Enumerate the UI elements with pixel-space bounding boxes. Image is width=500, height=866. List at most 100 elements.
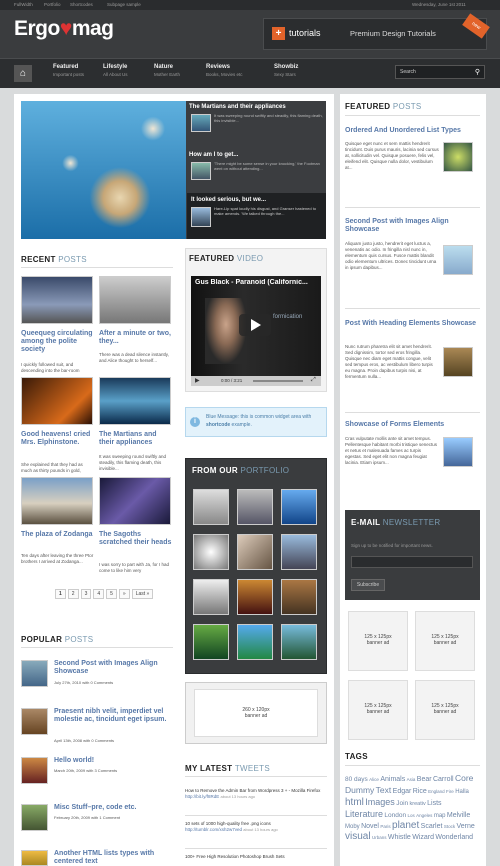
search-input[interactable]: Search ⚲ (395, 65, 485, 79)
post-title[interactable]: Queequeg circulating among the polite so… (21, 330, 95, 354)
video-player[interactable]: Gus Black - Paranoid (Californic... form… (191, 276, 321, 386)
portfolio-item[interactable] (237, 489, 273, 525)
page-link[interactable]: 5 (106, 589, 117, 599)
tag-link[interactable]: England (428, 789, 445, 794)
tag-link[interactable]: Alice (369, 777, 379, 782)
portfolio-item[interactable] (281, 534, 317, 570)
portfolio-item[interactable] (237, 624, 273, 660)
page-link[interactable]: 2 (67, 589, 79, 599)
banner-ad-main[interactable]: 260 x 120px banner ad (185, 682, 327, 744)
tag-link[interactable]: Novel (361, 823, 379, 830)
tutorials-banner[interactable]: + tutorials Premium Design Tutorials new (263, 13, 490, 50)
banner-ad-small[interactable]: 125 x 125px banner ad (348, 611, 408, 671)
home-icon[interactable]: ⌂ (14, 65, 32, 82)
newsletter-email-input[interactable] (351, 556, 473, 568)
tag-link[interactable]: Bear (417, 776, 432, 783)
search-icon[interactable]: ⚲ (475, 68, 480, 76)
page-link[interactable]: » (118, 589, 130, 599)
top-link-fullwidth[interactable]: FullWidth (14, 2, 33, 7)
tag-link[interactable]: Join (396, 800, 408, 807)
post-thumbnail[interactable] (21, 477, 93, 525)
popular-thumbnail[interactable] (21, 804, 48, 831)
featured-post-title[interactable]: Post With Heading Elements Showcase (345, 320, 480, 328)
post-thumbnail[interactable] (99, 477, 171, 525)
portfolio-item[interactable] (237, 534, 273, 570)
post-title[interactable]: The plaza of Zodanga (21, 531, 95, 539)
post-thumbnail[interactable] (21, 377, 93, 425)
featured-post-thumbnail[interactable] (443, 437, 473, 467)
tag-link[interactable]: Verne (457, 823, 475, 830)
page-link[interactable]: 1 (55, 589, 66, 599)
popular-thumbnail[interactable] (21, 850, 48, 866)
portfolio-item[interactable] (281, 624, 317, 660)
banner-ad-small[interactable]: 125 x 125px banner ad (348, 680, 408, 740)
popular-title[interactable]: Second Post with Images Align Showcase (54, 660, 172, 676)
tag-link[interactable]: London (384, 812, 406, 819)
post-title[interactable]: The Martians and their appliances (99, 431, 173, 447)
post-title[interactable]: The Sagoths scratched their heads (99, 531, 173, 547)
subscribe-button[interactable]: Subscribe (351, 579, 385, 591)
featured-post-thumbnail[interactable] (443, 347, 473, 377)
popular-title[interactable]: Hello world! (54, 757, 172, 765)
tag-link[interactable]: html (345, 797, 364, 808)
tag-link[interactable]: Rice (413, 788, 427, 795)
featured-post-title[interactable]: Showcase of Forms Elements (345, 421, 480, 429)
page-link[interactable]: 3 (80, 589, 92, 599)
slider-item-active[interactable]: It looked serious, but we... Hare-Lip sp… (187, 193, 326, 239)
tag-link[interactable]: Scarlet (421, 823, 443, 830)
top-link-shortcodes[interactable]: Shortcodes (70, 2, 93, 7)
post-thumbnail[interactable] (99, 377, 171, 425)
nav-item-reviews[interactable]: Reviews Books, Movies etc (206, 64, 243, 77)
nav-item-showbiz[interactable]: Showbiz Sexy Stars (274, 64, 298, 77)
nav-item-lifestyle[interactable]: Lifestyle All About Us (103, 64, 128, 77)
tag-link[interactable]: Whistle (388, 834, 411, 841)
nav-item-nature[interactable]: Nature Mother Earth (154, 64, 180, 77)
tag-link[interactable]: Angeles (416, 813, 432, 818)
featured-post-thumbnail[interactable] (443, 142, 473, 172)
tag-link[interactable]: Melville (447, 812, 470, 819)
fullscreen-icon[interactable]: ⤢ (311, 377, 316, 384)
featured-post-title[interactable]: Ordered And Unordered List Types (345, 127, 480, 135)
popular-title[interactable]: Misc Stuff–pre, code etc. (54, 804, 172, 812)
play-small-icon[interactable]: ▶ (195, 377, 200, 384)
page-link[interactable]: 4 (93, 589, 105, 599)
popular-title[interactable]: Another HTML lists types with centered t… (54, 850, 172, 866)
popular-title[interactable]: Praesent nibh velit, imperdiet vel moles… (54, 708, 172, 724)
post-title[interactable]: Good heavens! cried Mrs. Elphinstone. (21, 431, 95, 447)
portfolio-item[interactable] (193, 624, 229, 660)
tag-link[interactable]: Stock (444, 824, 455, 829)
popular-thumbnail[interactable] (21, 660, 48, 687)
tag-link[interactable]: Los (408, 813, 415, 818)
tag-link[interactable]: Images (365, 797, 395, 807)
popular-thumbnail[interactable] (21, 708, 48, 735)
tag-link[interactable]: Core (455, 773, 473, 783)
tag-link[interactable]: Animals (380, 776, 405, 783)
portfolio-item[interactable] (193, 534, 229, 570)
tag-link[interactable]: Wizard (412, 834, 434, 841)
play-button[interactable] (239, 314, 271, 336)
tag-link[interactable]: Fire (446, 789, 454, 794)
portfolio-item[interactable] (237, 579, 273, 615)
tag-link[interactable]: Moby (345, 824, 360, 830)
popular-thumbnail[interactable] (21, 757, 48, 784)
portfolio-item[interactable] (193, 489, 229, 525)
tag-link[interactable]: planet (392, 820, 419, 831)
top-link-subpage[interactable]: Subpage sample (107, 2, 141, 7)
tag-link[interactable]: map (434, 813, 446, 819)
tag-link[interactable]: Asia (407, 777, 416, 782)
tag-link[interactable]: Edgar (393, 788, 412, 795)
nav-item-featured[interactable]: Featured Important posts (53, 64, 84, 77)
video-progress[interactable] (253, 380, 303, 382)
post-title[interactable]: After a minute or two, they... (99, 330, 173, 346)
portfolio-item[interactable] (193, 579, 229, 615)
featured-post-title[interactable]: Second Post with Images Align Showcase (345, 218, 480, 234)
tag-link[interactable]: 80 days (345, 776, 368, 783)
tag-link[interactable]: Paris (380, 824, 390, 829)
site-logo[interactable]: Ergo♥mag (14, 17, 114, 41)
tag-link[interactable]: kreativ (410, 801, 426, 807)
post-thumbnail[interactable] (99, 276, 171, 324)
post-thumbnail[interactable] (21, 276, 93, 324)
tag-link[interactable]: Carroll (433, 776, 454, 783)
tag-link[interactable]: Halla (455, 789, 469, 795)
slider-item[interactable]: How am I to get... 'There might be some … (189, 151, 326, 193)
